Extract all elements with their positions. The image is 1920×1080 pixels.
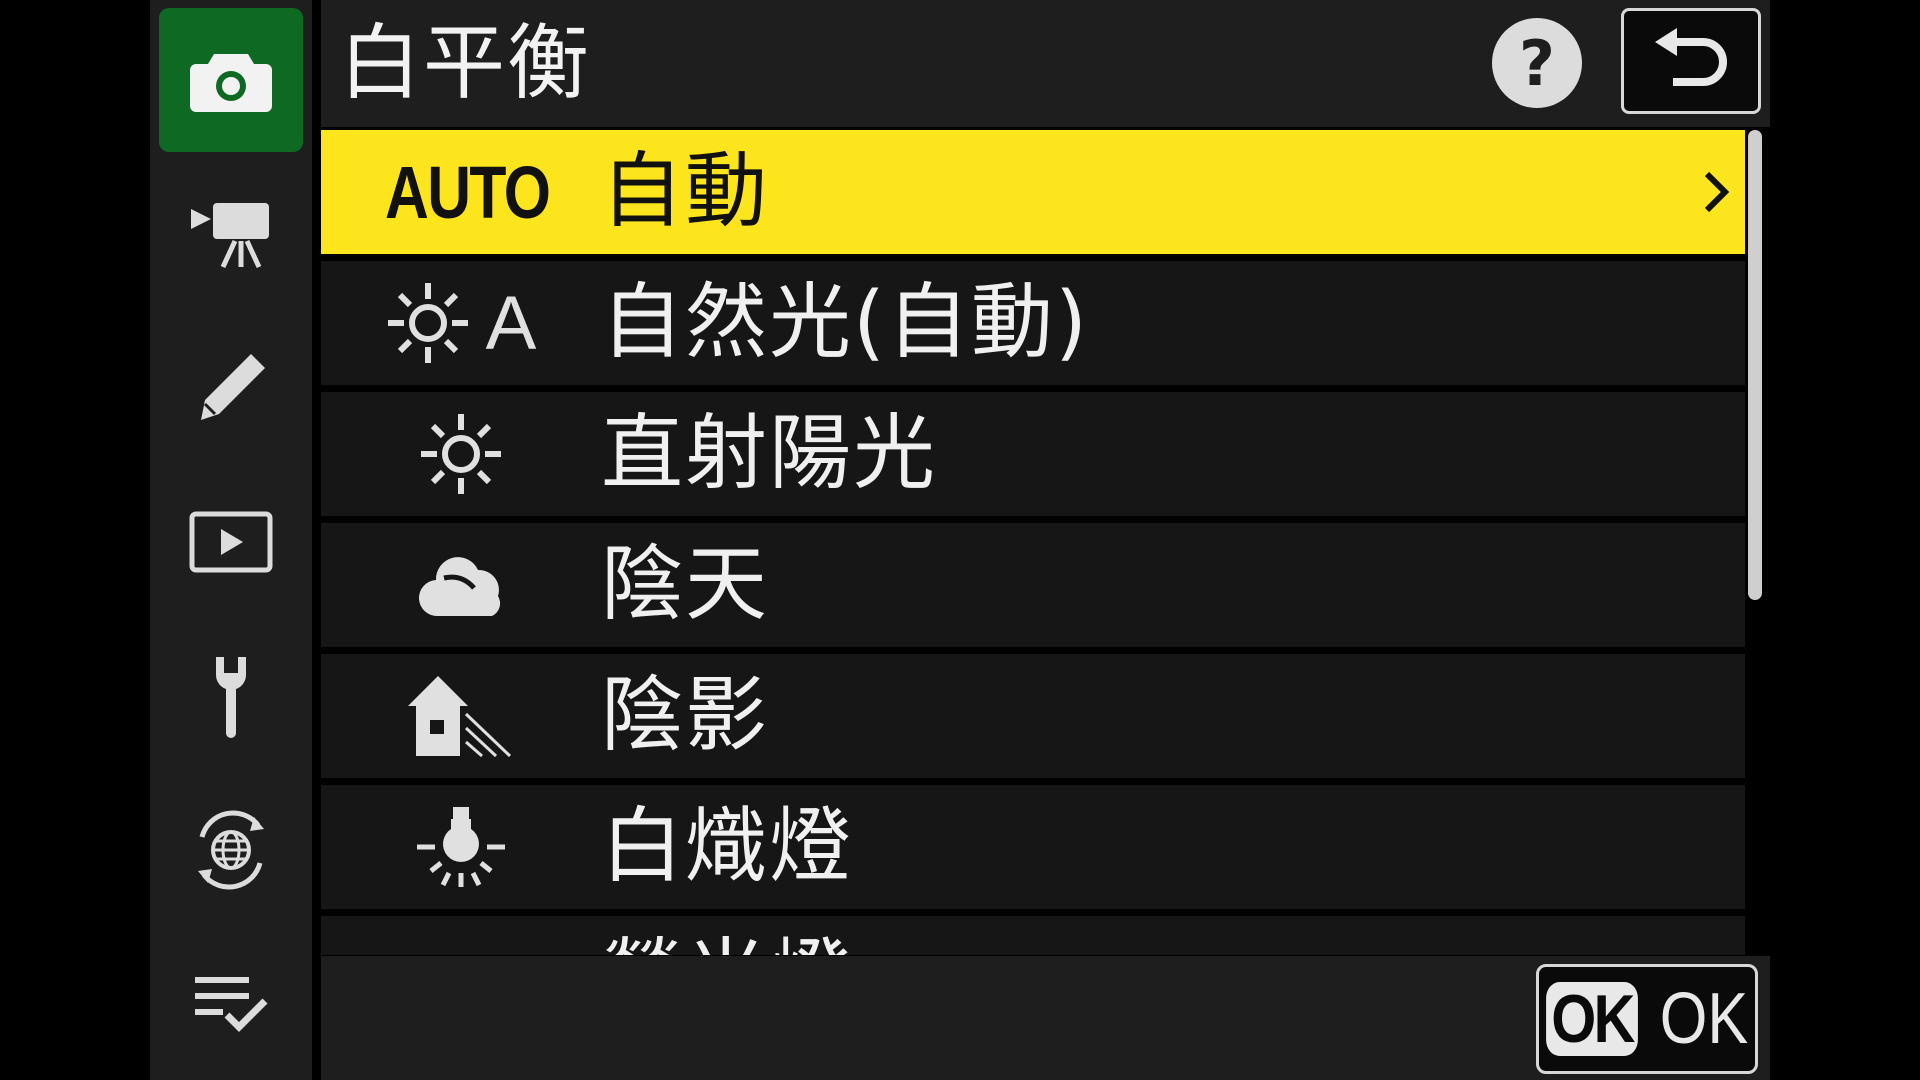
my-menu-checklist-icon [195,977,268,1032]
list-item-label: 陰影 [601,668,770,763]
sidebar-item-playback[interactable] [159,470,303,614]
wrench-icon [216,657,246,738]
sidebar-item-custom-settings[interactable] [159,316,303,460]
camera-icon [190,54,272,112]
help-icon: ? [1519,26,1555,100]
network-globe-icon [198,810,264,890]
sun-icon [371,392,551,516]
list-item-direct-sunlight[interactable]: 直射陽光 [321,392,1745,516]
cloud-icon [371,523,551,647]
ok-button-label: OK [1659,979,1749,1059]
fluorescent-icon: CW [371,916,551,956]
list-item-auto[interactable]: AUTO 自動 [321,130,1745,254]
help-button[interactable]: ? [1492,18,1582,108]
list-item-incandescent[interactable]: 白熾燈 [321,785,1745,909]
page-title: 白平衡 [339,16,592,111]
sidebar-item-network[interactable] [159,778,303,922]
list-item-label: 螢光燈 [601,916,853,955]
sidebar-item-photo-shooting[interactable] [159,8,303,152]
ok-button-icon: OK [1546,982,1638,1056]
back-button[interactable] [1621,8,1761,114]
list-scrollbar[interactable] [1748,130,1762,600]
sidebar-item-setup[interactable] [159,624,303,768]
list-item-shade[interactable]: 陰影 [321,654,1745,778]
list-item-fluorescent[interactable]: CW 螢光燈 [321,916,1745,955]
white-balance-list: AUTO 自動 A 自然光(自動) 直射陽光 陰天 陰影 白熾燈 [321,128,1745,955]
scrollbar-thumb[interactable] [1748,130,1762,600]
sidebar-item-movie-shooting[interactable] [159,162,303,306]
list-item-label: 直射陽光 [601,406,938,501]
list-item-cloudy[interactable]: 陰天 [321,523,1745,647]
list-item-label: 自動 [601,144,770,239]
list-item-label: 白熾燈 [601,799,854,894]
pencil-icon [201,354,265,420]
camera-menu-screen: 白平衡 ? AUTO 自動 A 自然光(自動) 直射陽光 陰天 陰影 白熾燈 O… [0,0,1920,1080]
shade-house-icon [371,654,551,778]
playback-icon [189,511,273,573]
auto-wb-icon: AUTO [371,130,551,254]
list-item-label: 自然光(自動) [601,275,1089,370]
ok-button[interactable]: OK OK [1536,964,1758,1074]
natural-light-auto-icon: A [371,261,551,385]
menu-header: 白平衡 ? [321,0,1770,127]
incandescent-bulb-icon [371,785,551,909]
menu-sidebar [150,0,312,1080]
return-arrow-icon [1655,28,1727,86]
list-item-label: 陰天 [601,537,770,632]
sidebar-item-my-menu[interactable] [159,932,303,1076]
movie-camera-icon [191,203,269,269]
menu-footer: OK OK [321,956,1770,1080]
list-item-natural-light-auto[interactable]: A 自然光(自動) [321,261,1745,385]
chevron-right-icon [1704,171,1730,213]
